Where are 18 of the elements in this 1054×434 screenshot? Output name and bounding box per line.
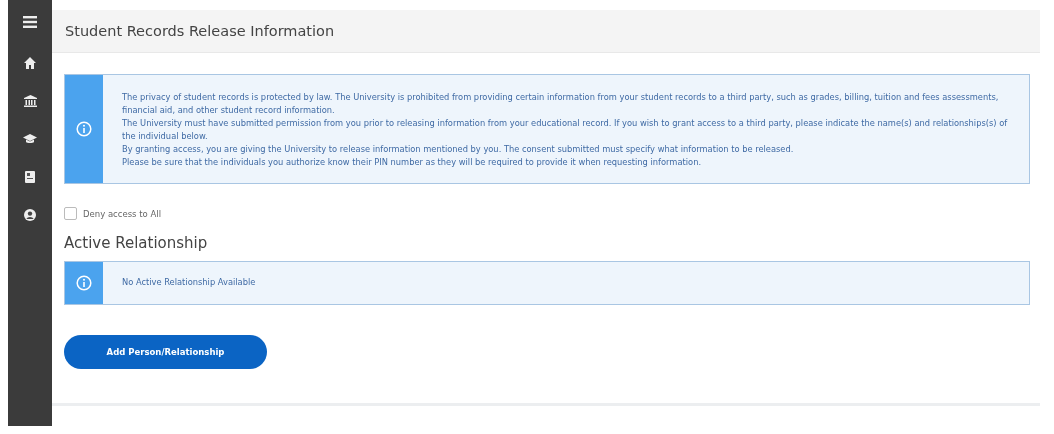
document-icon[interactable]: [25, 171, 35, 183]
notice-paragraph: By granting access, you are giving the University to release information mentioned by you. The consent submitted must specify what information to be released.: [122, 143, 795, 156]
graduation-cap-icon[interactable]: [23, 134, 37, 144]
section-heading: Active Relationship: [64, 234, 209, 252]
notice-paragraph: Please be sure that the individuals you authorize know their PIN number as they will be required to provide it when requesting information.: [122, 156, 703, 169]
bank-icon[interactable]: [23, 95, 37, 107]
user-icon[interactable]: [24, 209, 36, 221]
alert-message: No Active Relationship Available: [122, 276, 256, 289]
info-icon: [76, 121, 92, 137]
add-person-button[interactable]: Add Person/Relationship: [64, 335, 267, 369]
checkbox[interactable]: [64, 207, 77, 220]
notice-paragraph: The University must have submitted permission from you prior to releasing information from your educational record. If you wish to grant access to a third party, please indicate the name(s) and relationships(s) of the individual below.: [122, 117, 1009, 143]
checkbox-label: Deny access to All: [83, 208, 161, 219]
notice-paragraph: The privacy of student records is protected by law. The University is prohibited from providing certain information from your student records to a third party, such as grades, billing, tuition and fees assessments, financial aid, and other student record information.: [122, 91, 1000, 117]
home-icon[interactable]: [24, 57, 36, 69]
page-title: Student Records Release Information: [65, 23, 335, 39]
info-icon: [76, 275, 92, 291]
menu-icon[interactable]: [23, 16, 37, 28]
